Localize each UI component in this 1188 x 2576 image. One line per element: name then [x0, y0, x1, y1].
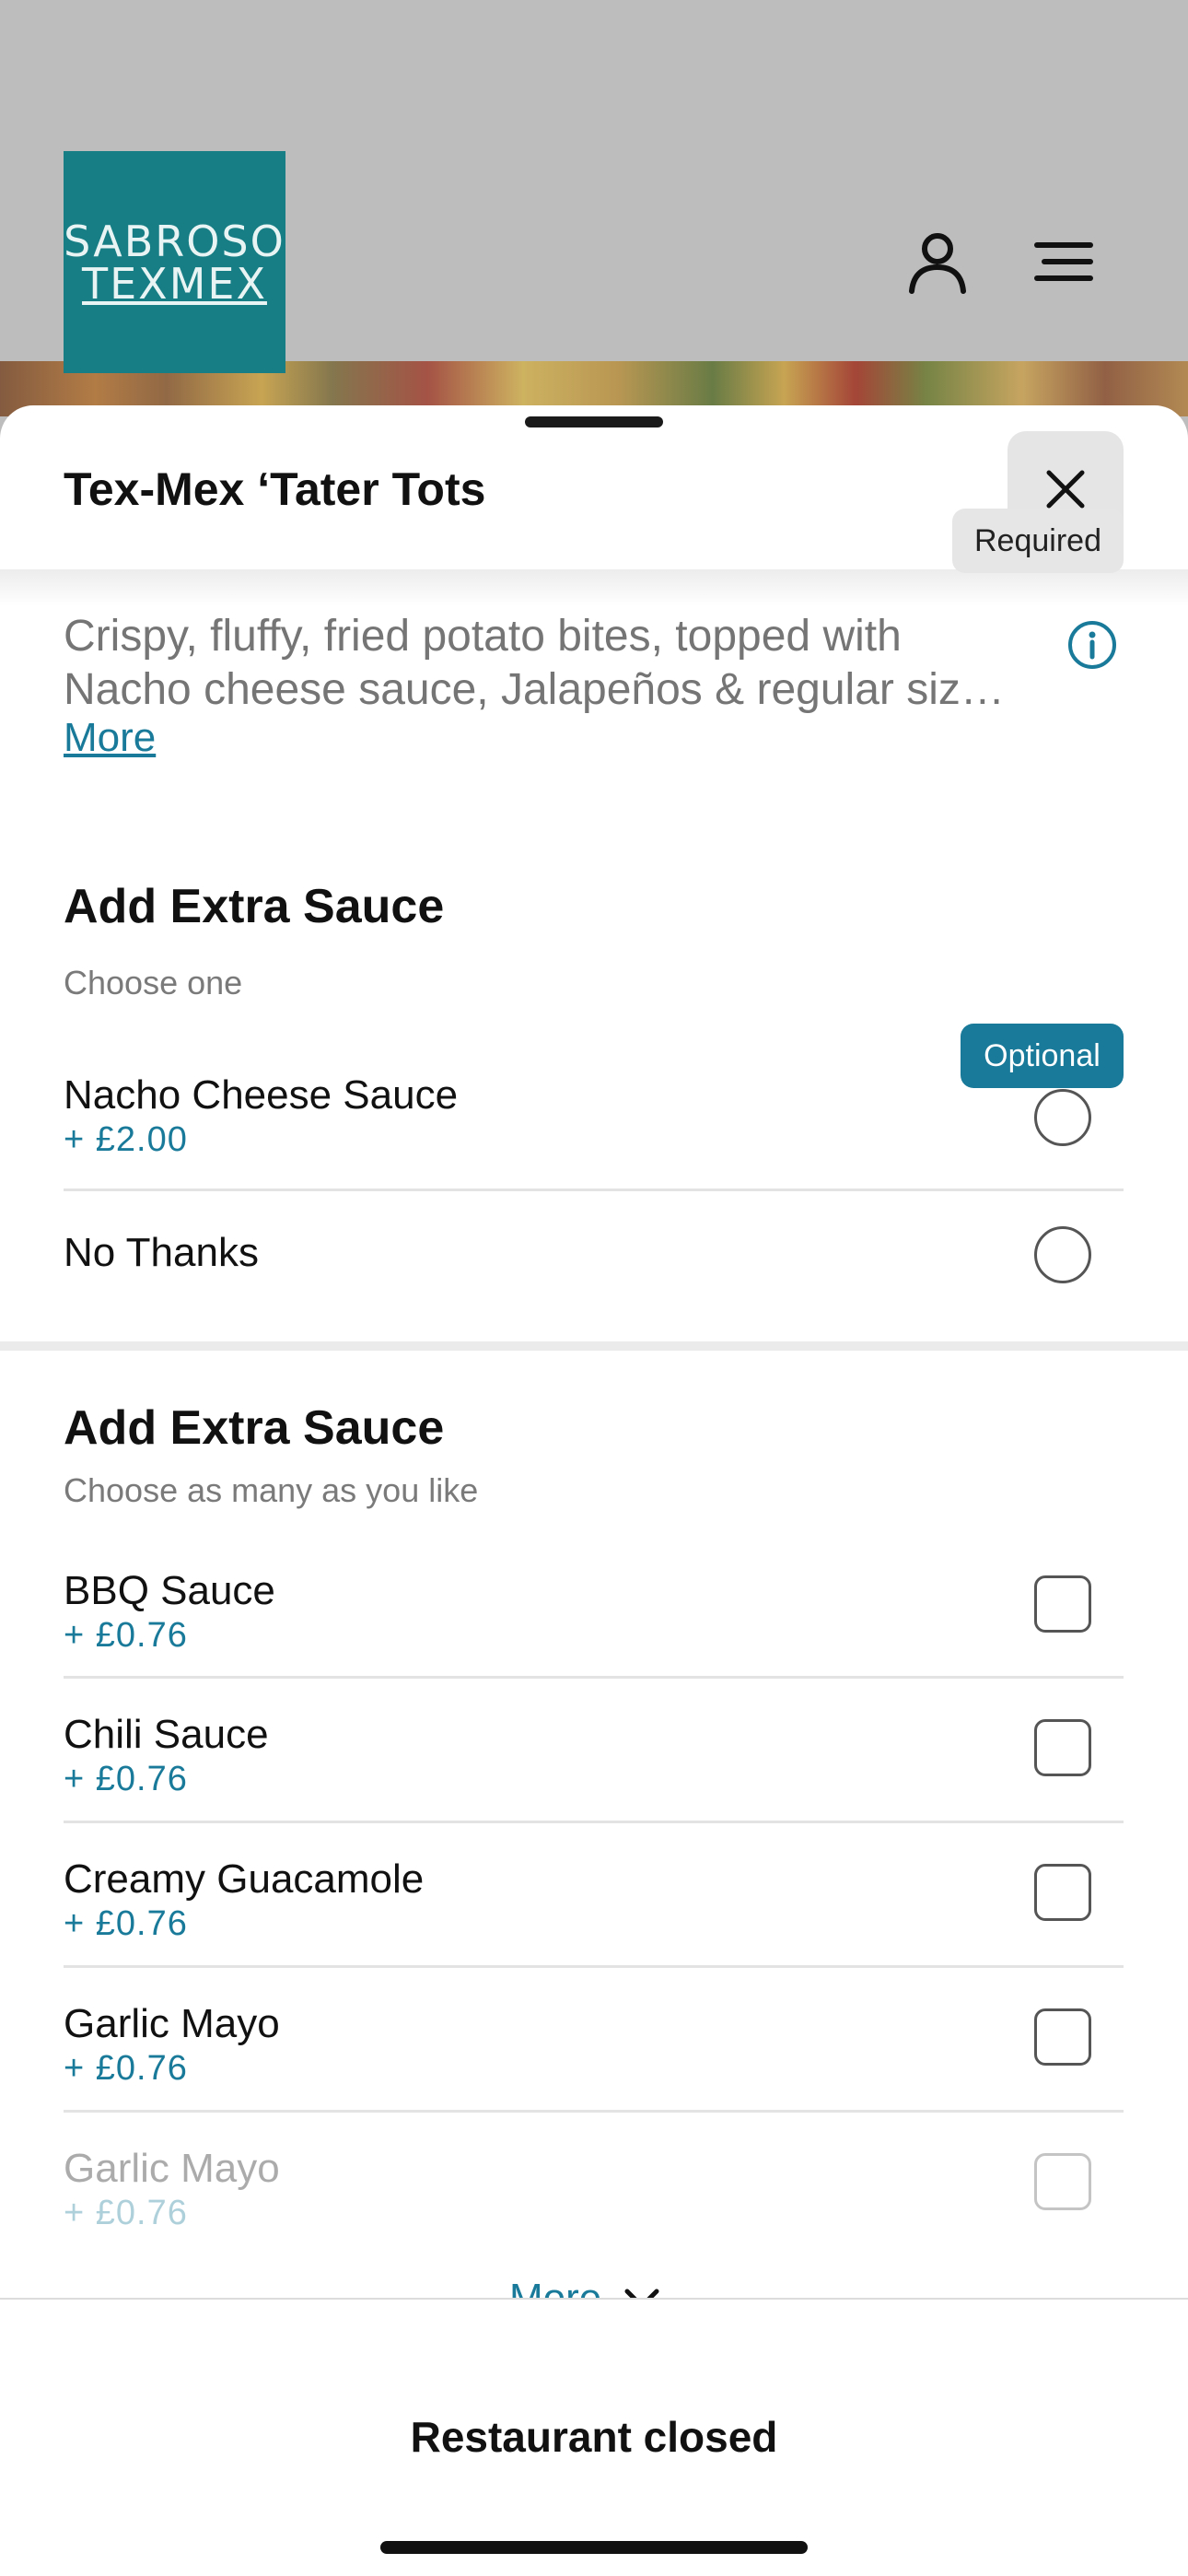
group-title-required: Add Extra Sauce	[64, 880, 445, 933]
restaurant-logo[interactable]: SABROSO TEXMEX	[64, 151, 285, 373]
item-detail-sheet: Tex-Mex ‘Tater Tots Crispy, fluffy, frie…	[0, 405, 1188, 2576]
option-row[interactable]: Creamy Guacamole + £0.76	[64, 1823, 1124, 1968]
option-name: Creamy Guacamole	[64, 1856, 425, 1902]
close-icon	[1046, 470, 1085, 509]
option-row[interactable]: Garlic Mayo + £0.76	[64, 2113, 1124, 2257]
hamburger-icon[interactable]	[1031, 228, 1098, 295]
title-divider-shadow	[0, 569, 1188, 606]
option-price: + £0.76	[64, 1760, 188, 1798]
group-title-optional: Add Extra Sauce	[64, 1401, 445, 1455]
logo-text-bottom: TEXMEX	[82, 258, 267, 309]
option-name: Garlic Mayo	[64, 2146, 280, 2191]
item-title: Tex-Mex ‘Tater Tots	[64, 463, 486, 515]
group-subtitle-required: Choose one	[64, 964, 243, 1001]
required-badge: Required	[952, 509, 1124, 573]
option-name: Garlic Mayo	[64, 2001, 280, 2046]
option-row[interactable]: No Thanks	[64, 1191, 1124, 1335]
option-checkbox[interactable]	[1034, 1864, 1091, 1921]
option-row[interactable]: BBQ Sauce + £0.76	[64, 1535, 1124, 1679]
option-name: Nacho Cheese Sauce	[64, 1072, 459, 1118]
footer-bar: Restaurant closed	[0, 2298, 1188, 2576]
restaurant-status: Restaurant closed	[410, 2413, 778, 2461]
option-radio[interactable]	[1034, 1089, 1091, 1146]
option-price: + £2.00	[64, 1120, 188, 1159]
section-divider	[0, 1341, 1188, 1351]
option-checkbox[interactable]	[1034, 1719, 1091, 1776]
option-radio[interactable]	[1034, 1226, 1091, 1283]
option-checkbox[interactable]	[1034, 2153, 1091, 2210]
description-more-link[interactable]: More	[64, 715, 156, 761]
item-description: Crispy, fluffy, fried potato bites, topp…	[64, 610, 1067, 717]
optional-badge: Optional	[961, 1024, 1124, 1088]
option-checkbox[interactable]	[1034, 2008, 1091, 2066]
option-row[interactable]: Chili Sauce + £0.76	[64, 1679, 1124, 1823]
option-price: + £0.76	[64, 1616, 188, 1655]
info-icon[interactable]	[1066, 619, 1118, 671]
description-line: Nacho cheese sauce, Jalapeños & regular …	[64, 665, 1005, 714]
option-checkbox[interactable]	[1034, 1575, 1091, 1633]
option-name: BBQ Sauce	[64, 1568, 275, 1613]
sheet-grabber[interactable]	[525, 416, 663, 427]
option-name: No Thanks	[64, 1230, 259, 1275]
option-name: Chili Sauce	[64, 1712, 269, 1757]
description-line: Crispy, fluffy, fried potato bites, topp…	[64, 612, 902, 661]
group-subtitle-optional: Choose as many as you like	[64, 1471, 479, 1509]
option-row[interactable]: Garlic Mayo + £0.76	[64, 1968, 1124, 2113]
user-icon[interactable]	[904, 228, 971, 295]
option-price: + £0.76	[64, 2194, 188, 2232]
option-price: + £0.76	[64, 2049, 188, 2088]
logo-text-top: SABROSO	[64, 216, 285, 266]
home-indicator[interactable]	[380, 2541, 808, 2554]
option-price: + £0.76	[64, 1904, 188, 1943]
